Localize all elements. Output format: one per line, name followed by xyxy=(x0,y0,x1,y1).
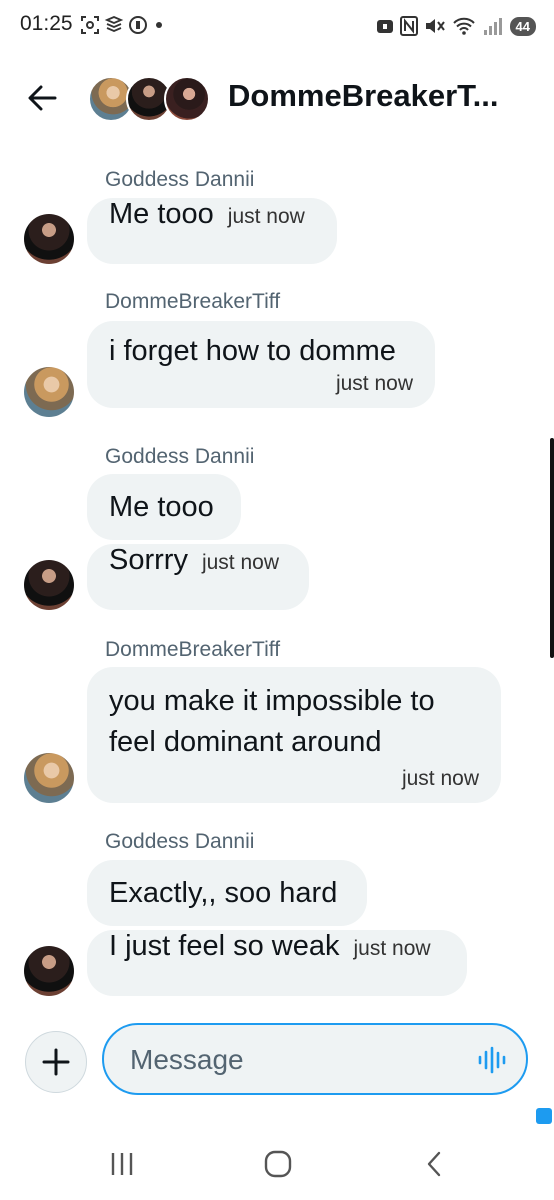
message-text: i forget how to domme xyxy=(109,335,396,367)
sender-avatar[interactable] xyxy=(24,560,74,610)
message-composer[interactable] xyxy=(102,1023,528,1095)
sender-name: Goddess Dannii xyxy=(105,830,255,853)
conversation-title[interactable]: DommeBreakerT... xyxy=(228,78,499,114)
status-time: 01:25 xyxy=(20,12,73,35)
group-avatar-stack[interactable] xyxy=(88,74,210,122)
signal-icon xyxy=(483,18,502,35)
sender-name: Goddess Dannii xyxy=(105,168,255,191)
sender-avatar[interactable] xyxy=(24,214,74,264)
scroll-indicator[interactable] xyxy=(550,438,554,658)
message-bubble[interactable]: Me tooo just now xyxy=(87,198,337,264)
recents-button[interactable] xyxy=(102,1144,142,1184)
recents-icon xyxy=(111,1153,133,1175)
message-bubble[interactable]: Me tooo xyxy=(87,474,241,540)
status-bar: 01:25 44 xyxy=(0,0,554,52)
screenshot-icon xyxy=(81,16,99,34)
message-time: just now xyxy=(335,372,413,395)
battery-badge: 44 xyxy=(509,16,536,36)
gallery-icon xyxy=(104,16,124,32)
sender-avatar[interactable] xyxy=(24,946,74,996)
arrow-left-icon xyxy=(28,85,57,111)
media-icon xyxy=(129,16,147,34)
mute-icon xyxy=(425,19,445,33)
lock-badge-icon xyxy=(376,20,393,33)
plus-icon xyxy=(42,1048,70,1076)
status-right-icons: 44 xyxy=(376,14,536,38)
message-bubble[interactable]: Sorrry just now xyxy=(87,544,309,610)
dm-screen: 01:25 44 DommeBreakerT... Goddess Dannii… xyxy=(0,0,554,1200)
nav-back-button[interactable] xyxy=(414,1144,454,1184)
back-button[interactable] xyxy=(22,78,62,118)
voice-wave-icon xyxy=(478,1046,506,1074)
message-time: just now xyxy=(201,551,279,574)
status-left-icons xyxy=(80,14,166,36)
sender-name: DommeBreakerTiff xyxy=(105,290,281,313)
avatar-third xyxy=(164,76,210,122)
message-text: you make it impossible to feel dominant … xyxy=(109,685,435,758)
home-button[interactable] xyxy=(258,1144,298,1184)
floating-badge-icon xyxy=(536,1108,552,1124)
wifi-icon xyxy=(452,17,475,35)
message-text: I just feel so weak xyxy=(109,930,340,962)
sender-avatar[interactable] xyxy=(24,753,74,803)
message-bubble[interactable]: I just feel so weak just now xyxy=(87,930,467,996)
message-input[interactable] xyxy=(128,1039,462,1081)
message-text: Exactly,, soo hard xyxy=(109,876,338,909)
message-bubble[interactable]: i forget how to domme just now xyxy=(87,321,435,408)
message-time: just now xyxy=(401,767,479,790)
home-icon xyxy=(264,1150,292,1178)
sender-name: DommeBreakerTiff xyxy=(105,638,281,661)
sender-avatar[interactable] xyxy=(24,367,74,417)
message-bubble[interactable]: you make it impossible to feel dominant … xyxy=(87,667,501,803)
message-text: Sorrry xyxy=(109,544,188,576)
nfc-icon xyxy=(399,16,418,36)
sender-name: Goddess Dannii xyxy=(105,445,255,468)
back-icon xyxy=(427,1151,441,1177)
voice-message-button[interactable] xyxy=(476,1043,508,1077)
dot-icon xyxy=(156,22,162,28)
message-bubble[interactable]: Exactly,, soo hard xyxy=(87,860,367,926)
system-nav-bar xyxy=(0,1130,554,1200)
message-time: just now xyxy=(353,937,431,960)
message-text: Me tooo xyxy=(109,490,214,523)
message-time: just now xyxy=(227,205,305,228)
message-text: Me tooo xyxy=(109,198,214,230)
conversation-header: DommeBreakerT... xyxy=(0,66,554,130)
add-media-button[interactable] xyxy=(25,1031,87,1093)
